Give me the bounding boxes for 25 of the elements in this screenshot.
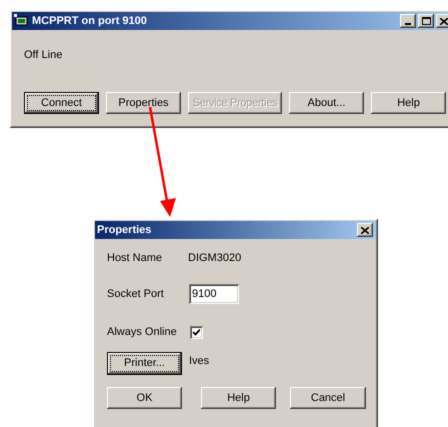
field-label: Socket Port [107,286,165,302]
checkbox-label: Always Online [107,324,178,340]
socket-port-field[interactable]: 9100 [189,284,239,304]
host-name-value: DIGM3020 [188,250,242,266]
dialog-button[interactable]: About... [289,92,364,114]
dialog-button[interactable]: Connect [24,92,99,114]
dialog-button[interactable]: Properties [106,92,181,114]
dialog-button[interactable]: Help [201,387,276,409]
printer-name: Ives [189,354,210,369]
dialog-button[interactable]: Help [371,92,446,114]
close-icon [440,18,448,24]
dialog-title: Properties [97,222,152,238]
close-button[interactable] [436,14,448,28]
close-icon [361,226,369,234]
dialog-button[interactable]: Cancel [290,387,366,409]
maximize-button[interactable] [418,14,434,28]
always-online-checkbox[interactable] [190,326,203,338]
close-button[interactable] [357,223,373,237]
connection-status: Off Line [24,49,62,61]
checkmark-icon [193,328,200,336]
minimize-button[interactable] [400,14,416,28]
field-label: Host Name [107,250,164,266]
window-title: MCPPRT on port 9100 [32,14,148,29]
dialog-button[interactable]: Printer... [107,352,182,375]
dialog-button[interactable]: OK [107,387,182,409]
